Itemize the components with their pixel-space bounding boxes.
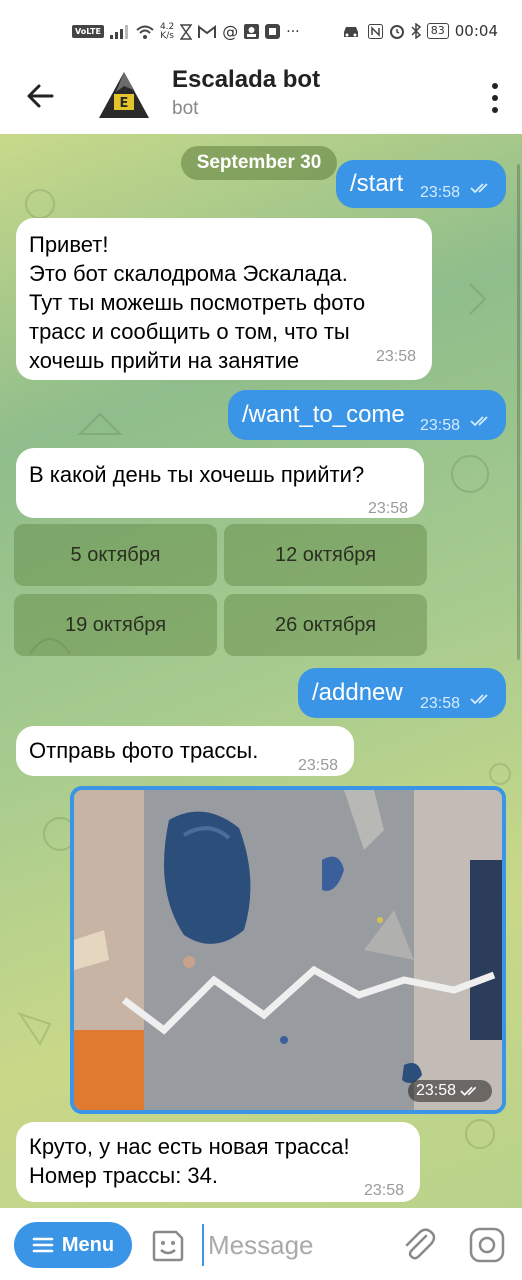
message-input[interactable] xyxy=(202,1224,382,1266)
chat-title[interactable]: Escalada bot xyxy=(172,66,320,94)
photo-message[interactable]: 23:58 xyxy=(70,786,506,1114)
keyboard-button[interactable]: 5 октября xyxy=(14,524,217,586)
bot-menu-button[interactable]: Menu xyxy=(14,1222,132,1268)
hamburger-icon xyxy=(32,1237,54,1253)
message-time: 23:58 xyxy=(420,417,461,434)
alarm-icon xyxy=(389,25,404,39)
battery-icon: 83 xyxy=(426,23,449,39)
message-outgoing[interactable]: /addnew 23:58 xyxy=(298,668,506,718)
message-text: /addnew xyxy=(312,679,403,706)
status-time: 00:04 xyxy=(454,22,498,40)
wifi-icon xyxy=(136,25,154,39)
date-separator: September 30 xyxy=(181,146,337,180)
bluetooth-icon xyxy=(411,23,421,39)
message-time: 23:58 xyxy=(415,1082,456,1099)
message-incoming[interactable]: Привет! Это бот скалодрома Эскалада. Тут… xyxy=(16,218,432,380)
message-composer: Menu xyxy=(0,1208,522,1280)
volte-indicator: VoLTE xyxy=(72,25,104,38)
message-time: 23:58 xyxy=(376,348,417,365)
gmail-icon xyxy=(198,24,217,38)
read-receipt-icon xyxy=(470,416,488,427)
read-receipt-icon xyxy=(470,183,488,194)
message-time: 23:58 xyxy=(368,500,409,517)
back-arrow-icon[interactable] xyxy=(22,78,58,114)
car-icon xyxy=(343,26,358,37)
message-incoming[interactable]: Отправь фото трассы. 23:58 xyxy=(16,726,354,776)
chat-header: E Escalada bot bot xyxy=(0,62,522,134)
read-receipt-icon xyxy=(470,694,488,705)
keyboard-button[interactable]: 12 октября xyxy=(224,524,427,586)
message-outgoing[interactable]: /start 23:58 xyxy=(336,160,506,208)
message-time: 23:58 xyxy=(420,184,461,201)
camera-icon[interactable] xyxy=(468,1226,506,1264)
keyboard-button[interactable]: 26 октября xyxy=(224,594,427,656)
network-speed: 4.2 K/s xyxy=(159,21,175,41)
chat-area[interactable]: September 30 /start 23:58 Привет! Это бо… xyxy=(0,134,522,1208)
bot-avatar[interactable]: E xyxy=(96,68,152,124)
chat-subtitle: bot xyxy=(172,98,199,119)
message-text: /start xyxy=(350,170,404,197)
message-text: В какой день ты хочешь прийти? xyxy=(29,462,365,487)
svg-text:E: E xyxy=(120,96,129,111)
message-text: Отправь фото трассы. xyxy=(29,738,259,763)
status-bar: VoLTE 4.2 K/s @ ··· 83 00:04 xyxy=(0,0,522,62)
app-icon xyxy=(265,24,281,39)
message-time: 23:58 xyxy=(420,695,461,712)
message-outgoing[interactable]: /want_to_come 23:58 xyxy=(228,390,506,440)
message-text: Привет! Это бот скалодрома Эскалада. Тут… xyxy=(29,232,366,373)
photo-time-badge: 23:58 xyxy=(407,1080,492,1102)
signal-icon xyxy=(109,24,128,39)
sticker-icon[interactable] xyxy=(150,1228,186,1264)
more-options-icon[interactable] xyxy=(488,80,502,116)
message-incoming[interactable]: Круто, у нас есть новая трасса! Номер тр… xyxy=(16,1122,420,1202)
read-receipt-icon xyxy=(460,1086,477,1096)
chat-scrollbar[interactable] xyxy=(517,164,520,660)
message-time: 23:58 xyxy=(298,757,339,774)
hourglass-icon xyxy=(180,23,193,40)
more-notifications-icon: ··· xyxy=(286,23,300,40)
contact-icon xyxy=(244,24,260,39)
message-time: 23:58 xyxy=(364,1182,405,1199)
at-icon: @ xyxy=(222,22,239,41)
message-incoming[interactable]: В какой день ты хочешь прийти? 23:58 xyxy=(16,448,424,518)
keyboard-button[interactable]: 19 октября xyxy=(14,594,217,656)
attach-icon[interactable] xyxy=(400,1226,436,1264)
menu-button-label: Menu xyxy=(61,1233,115,1256)
message-text: /want_to_come xyxy=(242,401,405,428)
message-text: Круто, у нас есть новая трасса! Номер тр… xyxy=(29,1134,350,1188)
climbing-wall-photo[interactable] xyxy=(74,790,502,1110)
nfc-icon xyxy=(367,23,383,39)
